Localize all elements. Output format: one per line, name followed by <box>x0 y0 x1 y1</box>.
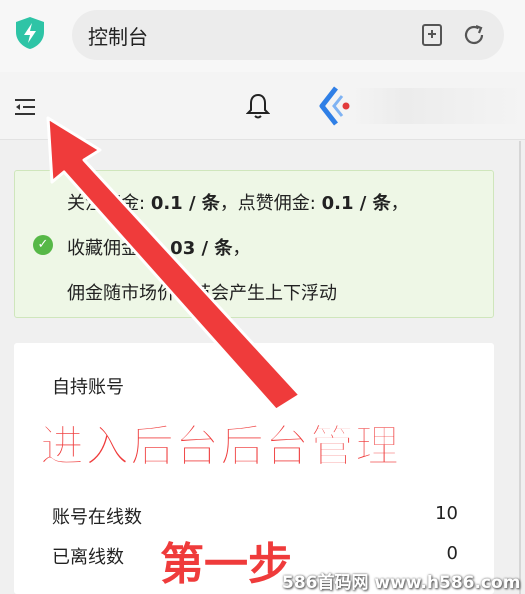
browser-bar: 控制台 <box>0 0 525 72</box>
notice-line-1: 关注佣金: 0.1 / 条，点赞佣金: 0.1 / 条， <box>67 193 409 214</box>
notice-line-2: 收藏佣金: 0.03 / 条， <box>67 238 251 259</box>
add-bookmark-icon[interactable] <box>420 23 444 47</box>
check-circle-icon: ✓ <box>33 235 53 255</box>
refresh-icon[interactable] <box>462 23 486 47</box>
stat-value-online: 10 <box>435 503 458 524</box>
annotation-headline: 进入后台后台管理 <box>40 421 400 473</box>
scrollbar[interactable] <box>519 141 521 594</box>
notice-line-3: 佣金随市场价调节会产生上下浮动 <box>67 283 337 304</box>
annotation-step: 第一步 <box>160 539 292 590</box>
header-blur <box>352 88 525 124</box>
menu-collapse-icon[interactable] <box>14 98 36 116</box>
stat-label-online: 账号在线数 <box>52 507 142 528</box>
shield-icon[interactable] <box>14 16 46 50</box>
bell-icon[interactable] <box>246 92 270 120</box>
address-text: 控制台 <box>88 25 148 49</box>
stat-label-offline: 已离线数 <box>52 547 124 568</box>
watermark: 586首码网 www.h586.com <box>282 573 521 593</box>
commission-notice: ✓ 关注佣金: 0.1 / 条，点赞佣金: 0.1 / 条， 收藏佣金: 0.0… <box>14 170 494 318</box>
stat-value-offline: 0 <box>446 543 458 564</box>
card-title: 自持账号 <box>52 377 124 398</box>
app-header <box>0 72 525 140</box>
address-bar[interactable]: 控制台 <box>72 10 504 60</box>
